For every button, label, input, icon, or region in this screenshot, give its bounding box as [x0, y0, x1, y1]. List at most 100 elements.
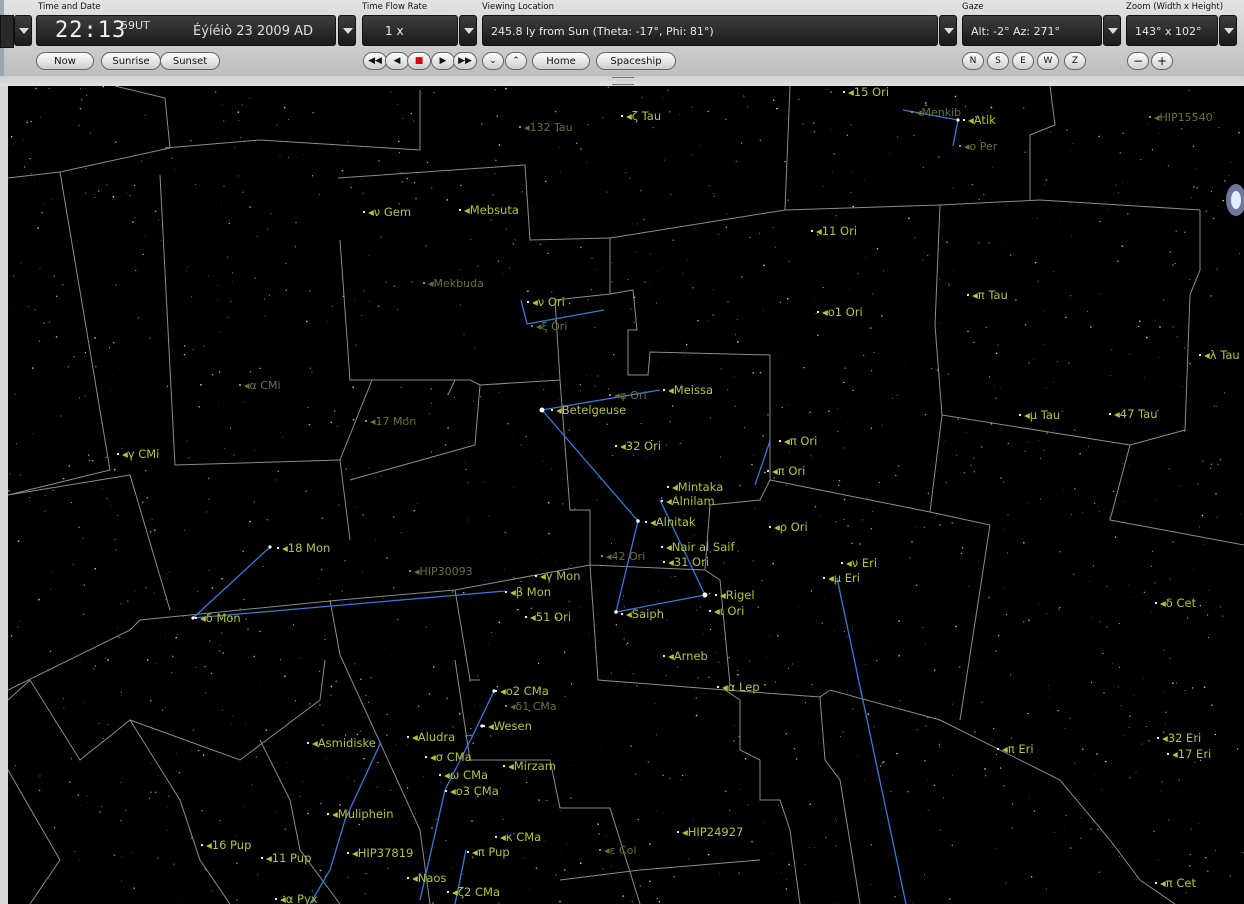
- star-label[interactable]: ◂ο3 CMa: [450, 784, 499, 798]
- star-label[interactable]: ◂ι Ori: [714, 604, 744, 618]
- gaze-field[interactable]: Alt: -2° Az: 271°: [962, 15, 1102, 46]
- star-label[interactable]: ◂Aludra: [412, 730, 455, 744]
- star-label[interactable]: ◂Muliphein: [332, 807, 394, 821]
- gaze-east-button[interactable]: E: [1012, 52, 1034, 70]
- star-label[interactable]: ◂47 Tau: [1114, 407, 1158, 421]
- spaceship-button[interactable]: Spaceship: [596, 52, 676, 70]
- background-star: [1216, 268, 1218, 270]
- time-flow-field[interactable]: 1 x: [362, 15, 458, 46]
- background-star: [325, 880, 327, 883]
- star-label[interactable]: ◂π Pup: [472, 845, 510, 859]
- zoom-field[interactable]: 143° x 102°: [1126, 15, 1218, 46]
- star-label[interactable]: ◂17 Eri: [1172, 747, 1211, 761]
- star-label[interactable]: ◂ν Ori: [532, 295, 565, 309]
- star-label[interactable]: ◂β Mon: [510, 585, 551, 599]
- star-label[interactable]: ◂16 Pup: [206, 838, 251, 852]
- star-label[interactable]: ◂γ Mon: [540, 569, 580, 583]
- star-label[interactable]: ◂λ Tau: [1204, 348, 1240, 362]
- star-label[interactable]: ◂ω CMa: [444, 768, 488, 782]
- location-down-button[interactable]: ⌄: [482, 52, 504, 70]
- star-label[interactable]: ◂μ Tau: [1024, 408, 1060, 422]
- now-button[interactable]: Now: [36, 52, 94, 70]
- star-label[interactable]: ◂δ Mon: [200, 611, 241, 625]
- zoom-out-button[interactable]: −: [1127, 52, 1149, 70]
- star-label[interactable]: ◂Atik: [968, 113, 996, 127]
- star-label[interactable]: ◂σ CMa: [430, 750, 472, 764]
- location-up-button[interactable]: ⌃: [505, 52, 527, 70]
- toolbar-menu-dropdown[interactable]: [14, 15, 32, 46]
- star-label[interactable]: ◂γ CMi: [122, 447, 159, 461]
- star-label[interactable]: ◂Nair al Saif: [666, 540, 735, 554]
- viewing-location-field[interactable]: 245.8 ly from Sun (Theta: -17°, Phi: 81°…: [482, 15, 938, 46]
- sunset-button[interactable]: Sunset: [160, 52, 220, 70]
- star-label[interactable]: ◂κ CMa: [500, 830, 541, 844]
- star-label[interactable]: ◂32 Eri: [1162, 731, 1201, 745]
- gaze-west-button[interactable]: W: [1037, 52, 1059, 70]
- star-label[interactable]: ◂ο1 Ori: [822, 305, 863, 319]
- sunrise-button[interactable]: Sunrise: [101, 52, 161, 70]
- star-label[interactable]: ◂Alnilam: [666, 494, 715, 508]
- zoom-in-button[interactable]: +: [1151, 52, 1173, 70]
- fast-reverse-button[interactable]: ◀◀: [363, 52, 387, 70]
- background-star: [733, 426, 734, 428]
- star-label[interactable]: ◂Arneb: [668, 649, 708, 663]
- star-label[interactable]: ◂π Tau: [972, 288, 1008, 302]
- star-label[interactable]: ◂31 Ori: [668, 555, 709, 569]
- step-reverse-button[interactable]: ◀: [385, 52, 409, 70]
- star-label[interactable]: ◂Saiph: [626, 607, 664, 621]
- star-label[interactable]: ◂ο2 CMa: [500, 684, 549, 698]
- sky-view[interactable]: ◂132 Tau ◂Menkib ◂ο Per ◂HIP15540 ◂Mekbuda ◂ξ…: [8, 86, 1244, 904]
- star-label[interactable]: ◂α Lep: [722, 680, 760, 694]
- viewing-location-dropdown[interactable]: [939, 15, 957, 46]
- star-label[interactable]: ◂51 Ori: [530, 610, 571, 624]
- star-label[interactable]: ◂18 Mon: [282, 541, 330, 555]
- star-label[interactable]: ◂μ Eri: [828, 571, 860, 585]
- star-label[interactable]: ◂π Ori: [772, 464, 805, 478]
- star-label[interactable]: ◂ζ2 CMa: [452, 885, 500, 899]
- star-label[interactable]: ◂Mirzam: [508, 759, 556, 773]
- star-label[interactable]: ◂ρ Ori: [774, 520, 808, 534]
- star-label[interactable]: ◂Rigel: [720, 588, 755, 602]
- star-label[interactable]: ◂π Eri: [1002, 742, 1034, 756]
- zoom-dropdown[interactable]: [1219, 15, 1237, 46]
- gaze-north-button[interactable]: N: [962, 52, 984, 70]
- star-label[interactable]: ◂HIP37819: [352, 846, 413, 860]
- home-button[interactable]: Home: [532, 52, 590, 70]
- star-label[interactable]: ◂ν Eri: [846, 556, 877, 570]
- star-label[interactable]: ◂Naos: [412, 871, 446, 885]
- background-star: [211, 890, 213, 892]
- star-label[interactable]: ◂Wesen: [488, 719, 532, 733]
- fast-forward-button[interactable]: ▶▶: [453, 52, 477, 70]
- time-date-display[interactable]: 22:13 59UT Éýíéiò 23 2009 AD: [36, 15, 336, 46]
- background-star: [1157, 859, 1159, 861]
- star-label[interactable]: ◂11 Pup: [266, 851, 311, 865]
- time-date-dropdown[interactable]: [338, 15, 356, 46]
- star-label[interactable]: ◂15 Ori: [848, 86, 889, 99]
- time-flow-dropdown[interactable]: [459, 15, 477, 46]
- star-label[interactable]: ◂11 Ori: [816, 224, 857, 238]
- gaze-zenith-button[interactable]: Z: [1064, 52, 1086, 70]
- gaze-dropdown[interactable]: [1103, 15, 1121, 46]
- star-label[interactable]: ◂Meissa: [668, 383, 713, 397]
- star-label[interactable]: ◂Alnitak: [650, 515, 696, 529]
- gaze-south-button[interactable]: S: [987, 52, 1009, 70]
- star-label[interactable]: ◂32 Ori: [620, 439, 661, 453]
- star-label[interactable]: ◂π Cet: [1160, 876, 1196, 890]
- star-label[interactable]: ◂Betelgeuse: [556, 403, 626, 417]
- play-button[interactable]: ▶: [431, 52, 455, 70]
- star-label[interactable]: ◂Asmidiske: [312, 736, 376, 750]
- star-label[interactable]: ◂π Ori: [784, 434, 817, 448]
- splitter-grip-icon[interactable]: [612, 77, 634, 85]
- star-label[interactable]: ◂Mintaka: [672, 480, 723, 494]
- background-star: [691, 106, 693, 108]
- star-label[interactable]: ◂Mebsuta: [464, 203, 519, 217]
- background-star: [1238, 131, 1240, 134]
- star-label[interactable]: ◂α Pyx: [280, 892, 318, 904]
- pin-icon[interactable]: [0, 15, 14, 48]
- stop-button[interactable]: ■: [407, 52, 431, 70]
- star-label[interactable]: ◂δ Cet: [1160, 596, 1197, 610]
- star-label[interactable]: ◂ζ Tau: [626, 109, 661, 123]
- star-label[interactable]: ◂HIP24927: [682, 825, 743, 839]
- background-star: [888, 363, 889, 364]
- star-label[interactable]: ◂ν Gem: [368, 205, 411, 219]
